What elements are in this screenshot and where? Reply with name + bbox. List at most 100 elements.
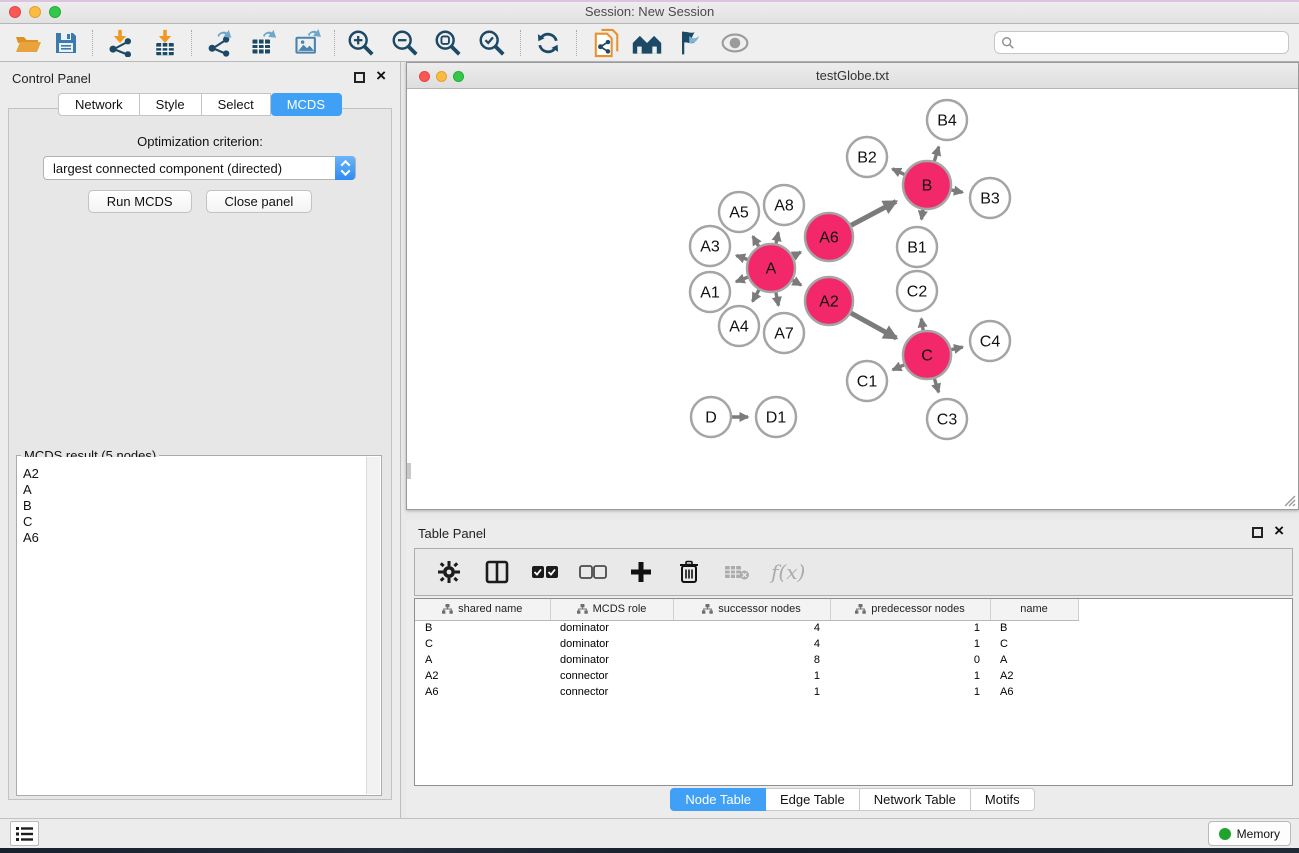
table-cell[interactable]: dominator — [550, 652, 673, 668]
save-session-button[interactable] — [49, 27, 83, 59]
zoom-selected-button[interactable] — [475, 27, 509, 59]
import-table-icon — [151, 29, 179, 57]
table-cell[interactable]: A — [990, 652, 1078, 668]
zoom-fit-button[interactable] — [431, 27, 465, 59]
table-cell[interactable]: A2 — [990, 668, 1078, 684]
column-header-successor-nodes[interactable]: successor nodes — [673, 599, 830, 620]
table-cell[interactable]: C — [990, 636, 1078, 652]
table-cell[interactable]: 0 — [830, 652, 990, 668]
tab-network[interactable]: Network — [58, 93, 140, 116]
table-cell[interactable]: 1 — [673, 668, 830, 684]
select-all-columns-button[interactable] — [531, 558, 559, 586]
tab-style[interactable]: Style — [140, 93, 202, 116]
network-graph[interactable]: B4B2BB3A8A5A6A3B1AC2A1A2A4A7C4CC1DD1C3 — [407, 89, 1298, 509]
add-column-button[interactable] — [627, 558, 655, 586]
toggle-panel-columns-button[interactable] — [483, 558, 511, 586]
save-floppy-icon — [54, 31, 78, 55]
network-window-titlebar[interactable]: testGlobe.txt — [407, 63, 1298, 89]
import-network-button[interactable] — [103, 27, 137, 59]
splitter-handle[interactable] — [407, 463, 411, 479]
graph-edge-A6-B[interactable] — [848, 201, 896, 226]
close-table-panel-icon[interactable]: × — [1274, 521, 1284, 541]
close-panel-button[interactable]: Close panel — [206, 190, 313, 213]
table-cell[interactable]: A — [415, 652, 550, 668]
apply-layout-button[interactable] — [531, 27, 565, 59]
column-header-name[interactable]: name — [990, 599, 1078, 620]
new-network-from-selection-button[interactable] — [590, 27, 624, 59]
table-row[interactable]: Cdominator41C — [415, 636, 1078, 652]
first-neighbors-button[interactable] — [630, 27, 664, 59]
table-cell[interactable]: 1 — [830, 620, 990, 636]
open-session-button[interactable] — [11, 27, 45, 59]
delete-column-button[interactable] — [675, 558, 703, 586]
table-cell[interactable]: C — [415, 636, 550, 652]
tab-select[interactable]: Select — [202, 93, 271, 116]
list-icon — [16, 827, 33, 841]
network-view-window: testGlobe.txt B4B2BB3A8A5A6A3B1AC2A1A2A4… — [406, 62, 1299, 510]
column-header-shared-name[interactable]: shared name — [415, 599, 550, 620]
column-header-MCDS-role[interactable]: MCDS role — [550, 599, 673, 620]
deselect-all-columns-button[interactable] — [579, 558, 607, 586]
zoom-in-button[interactable] — [344, 27, 378, 59]
graph-edge-A2-C[interactable] — [848, 312, 896, 338]
show-all-button[interactable] — [718, 27, 752, 59]
table-cell[interactable]: 1 — [673, 684, 830, 700]
tab-motifs[interactable]: Motifs — [971, 788, 1035, 811]
run-mcds-button[interactable]: Run MCDS — [88, 190, 192, 213]
table-cell[interactable]: 8 — [673, 652, 830, 668]
memory-button[interactable]: Memory — [1208, 821, 1291, 846]
delete-table-button[interactable] — [723, 558, 751, 586]
table-row[interactable]: A6connector11A6 — [415, 684, 1078, 700]
close-panel-icon[interactable]: × — [376, 66, 386, 86]
control-panel: Control Panel × NetworkStyleSelectMCDS O… — [0, 62, 401, 818]
table-cell[interactable]: A6 — [990, 684, 1078, 700]
network-canvas[interactable]: B4B2BB3A8A5A6A3B1AC2A1A2A4A7C4CC1DD1C3 — [407, 89, 1298, 509]
tab-edge-table[interactable]: Edge Table — [766, 788, 860, 811]
tab-network-table[interactable]: Network Table — [860, 788, 971, 811]
zoom-out-button[interactable] — [388, 27, 422, 59]
toolbar-separator — [576, 30, 577, 56]
mcds-result-list[interactable]: A2ABCA6 — [18, 457, 366, 794]
graph-node-label: B — [922, 178, 933, 195]
hide-selected-button[interactable] — [674, 27, 708, 59]
table-cell[interactable]: connector — [550, 668, 673, 684]
tab-node-table[interactable]: Node Table — [670, 788, 766, 811]
table-cell[interactable]: 4 — [673, 620, 830, 636]
mcds-result-item[interactable]: A6 — [23, 530, 366, 546]
column-header-predecessor-nodes[interactable]: predecessor nodes — [830, 599, 990, 620]
table-cell[interactable]: 1 — [830, 668, 990, 684]
tab-mcds[interactable]: MCDS — [271, 93, 342, 116]
float-panel-icon[interactable] — [354, 72, 365, 83]
function-builder-button[interactable]: f(x) — [771, 558, 805, 586]
table-cell[interactable]: dominator — [550, 620, 673, 636]
table-cell[interactable]: B — [990, 620, 1078, 636]
table-cell[interactable]: connector — [550, 684, 673, 700]
split-columns-icon — [485, 560, 509, 584]
import-table-button[interactable] — [148, 27, 182, 59]
table-cell[interactable]: B — [415, 620, 550, 636]
export-table-button[interactable] — [246, 27, 280, 59]
table-cell[interactable]: 1 — [830, 636, 990, 652]
mcds-result-item[interactable]: A — [23, 482, 366, 498]
export-network-button[interactable] — [203, 27, 237, 59]
criterion-dropdown[interactable]: largest connected component (directed) — [43, 156, 356, 180]
export-image-button[interactable] — [290, 27, 324, 59]
search-input[interactable] — [1015, 36, 1288, 50]
table-cell[interactable]: dominator — [550, 636, 673, 652]
float-table-panel-icon[interactable] — [1252, 527, 1263, 538]
table-row[interactable]: A2connector11A2 — [415, 668, 1078, 684]
mcds-result-item[interactable]: C — [23, 514, 366, 530]
table-cell[interactable]: 1 — [830, 684, 990, 700]
table-row[interactable]: Bdominator41B — [415, 620, 1078, 636]
mcds-result-item[interactable]: A2 — [23, 466, 366, 482]
node-table-grid[interactable]: shared nameMCDS rolesuccessor nodesprede… — [415, 599, 1079, 700]
table-settings-button[interactable] — [435, 558, 463, 586]
resize-grip-icon[interactable] — [1282, 493, 1296, 507]
table-cell[interactable]: 4 — [673, 636, 830, 652]
table-cell[interactable]: A6 — [415, 684, 550, 700]
task-history-button[interactable] — [10, 821, 39, 846]
mcds-list-scrollbar[interactable] — [366, 457, 380, 794]
table-row[interactable]: Adominator80A — [415, 652, 1078, 668]
mcds-result-item[interactable]: B — [23, 498, 366, 514]
table-cell[interactable]: A2 — [415, 668, 550, 684]
